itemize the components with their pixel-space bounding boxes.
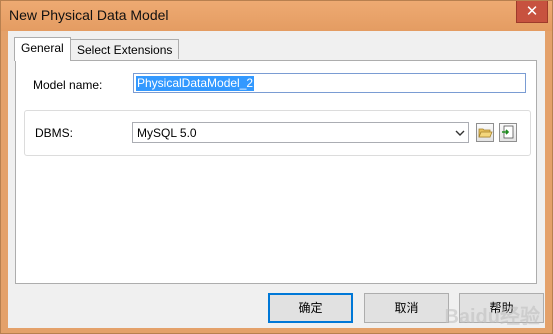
general-tab-panel: Model name: PhysicalDataModel_2 DBMS: My…: [15, 60, 537, 284]
model-name-label: Model name:: [33, 78, 103, 92]
import-file-icon: [502, 125, 514, 139]
dbms-select[interactable]: MySQL 5.0: [132, 122, 469, 143]
chevron-down-icon: [455, 130, 465, 136]
ok-button[interactable]: 确定: [268, 293, 353, 323]
tab-general[interactable]: General: [14, 37, 71, 61]
model-name-value: PhysicalDataModel_2: [136, 76, 255, 91]
cancel-button[interactable]: 取消: [364, 293, 449, 323]
model-name-input[interactable]: PhysicalDataModel_2: [133, 73, 526, 93]
browse-folder-button[interactable]: [476, 123, 494, 142]
dialog-client-area: General Select Extensions Model name: Ph…: [8, 31, 545, 328]
import-dbms-button[interactable]: [499, 123, 517, 142]
close-button[interactable]: ✕: [516, 1, 548, 23]
title-bar[interactable]: New Physical Data Model ✕: [1, 1, 552, 31]
dbms-label: DBMS:: [35, 126, 74, 140]
window-title: New Physical Data Model: [9, 7, 169, 23]
help-button[interactable]: 帮助: [459, 293, 544, 323]
close-icon: ✕: [525, 3, 539, 20]
dialog-window: New Physical Data Model ✕ General Select…: [0, 0, 553, 334]
dbms-selected-value: MySQL 5.0: [137, 126, 197, 140]
dbms-group: DBMS: MySQL 5.0: [24, 110, 531, 156]
tab-general-label: General: [21, 41, 64, 55]
folder-open-icon: [478, 128, 493, 138]
tab-select-extensions[interactable]: Select Extensions: [70, 39, 180, 59]
tab-select-extensions-label: Select Extensions: [77, 43, 173, 57]
